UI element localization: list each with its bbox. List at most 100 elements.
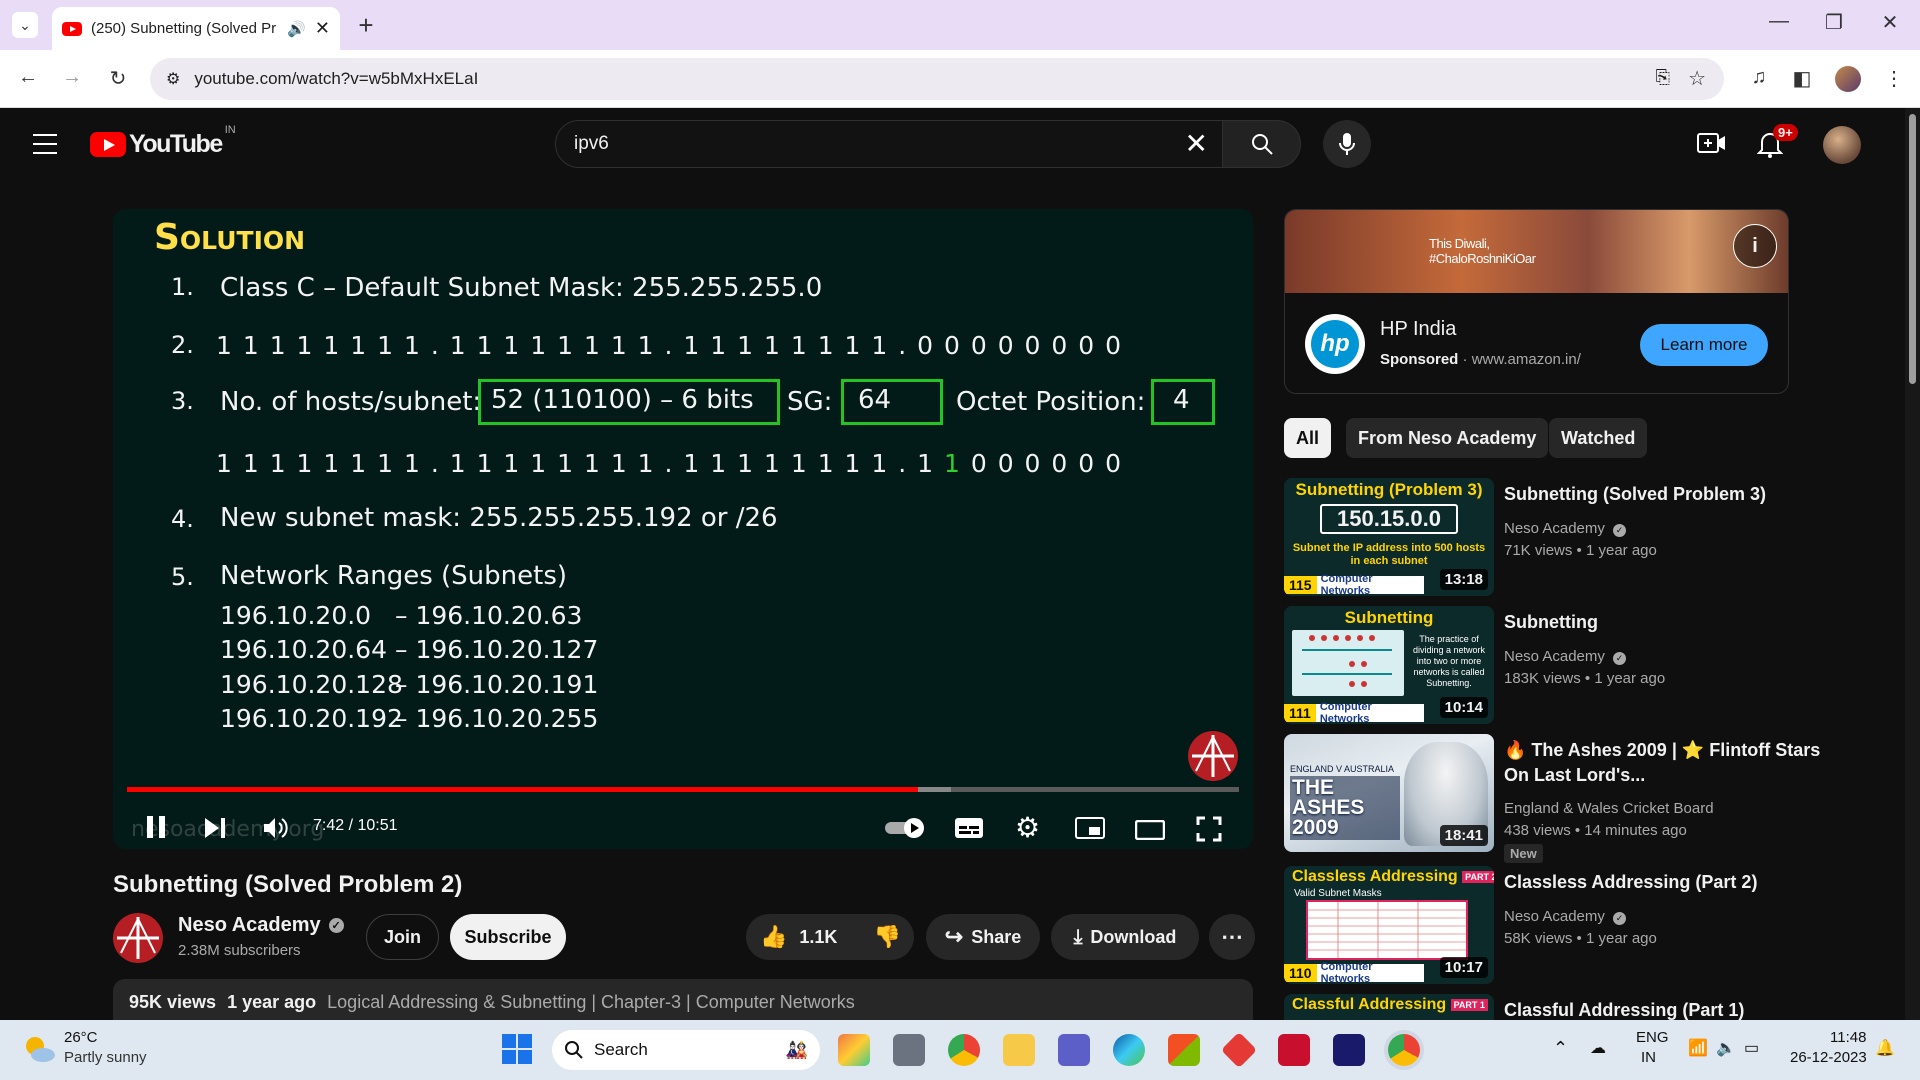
- tab-audio-icon[interactable]: 🔊: [287, 20, 306, 38]
- notification-center-icon[interactable]: 🔔: [1875, 1038, 1895, 1058]
- hamburger-menu-icon[interactable]: [33, 134, 57, 154]
- account-avatar[interactable]: [1823, 126, 1861, 164]
- chrome-icon[interactable]: [948, 1034, 980, 1066]
- share-button[interactable]: ↪ Share: [926, 914, 1040, 960]
- voice-search-button[interactable]: [1323, 120, 1371, 168]
- channel-line[interactable]: Neso Academy ✓: [1504, 520, 1627, 537]
- recommendation-item[interactable]: Subnetting (Problem 3) 150.15.0.0 Subnet…: [1284, 478, 1894, 596]
- channel-line[interactable]: Neso Academy ✓: [1504, 908, 1627, 925]
- language-region[interactable]: IN: [1641, 1049, 1656, 1066]
- side-panel-icon[interactable]: ◧: [1788, 66, 1816, 91]
- video-thumbnail[interactable]: Subnetting The practice of dividing a ne…: [1284, 606, 1494, 724]
- language-code[interactable]: ENG: [1636, 1029, 1669, 1046]
- clock-date[interactable]: 26-12-2023: [1790, 1049, 1867, 1066]
- more-actions-button[interactable]: ⋯: [1209, 914, 1255, 960]
- fullscreen-button[interactable]: [1196, 816, 1222, 842]
- video-thumbnail[interactable]: Subnetting (Problem 3) 150.15.0.0 Subnet…: [1284, 478, 1494, 596]
- bookmark-star-icon[interactable]: ☆: [1688, 66, 1706, 91]
- recommendation-item[interactable]: Subnetting The practice of dividing a ne…: [1284, 606, 1894, 724]
- tab-search-icon[interactable]: ⌄: [12, 12, 38, 38]
- chrome-active-icon[interactable]: [1388, 1034, 1420, 1066]
- video-thumbnail[interactable]: ENGLAND V AUSTRALIA THE ASHES 2009 18:41: [1284, 734, 1494, 852]
- video-title[interactable]: Classful Addressing (Part 1): [1504, 998, 1834, 1020]
- anydesk-icon[interactable]: [1220, 1031, 1258, 1069]
- mcafee-icon[interactable]: [1278, 1034, 1310, 1066]
- video-thumbnail[interactable]: Classless Addressing PART 2 Valid Subnet…: [1284, 866, 1494, 984]
- chip-from-neso-academy[interactable]: From Neso Academy: [1346, 418, 1549, 458]
- chip-all[interactable]: All: [1284, 418, 1332, 458]
- show-hidden-icons-icon[interactable]: ⌃: [1553, 1038, 1568, 1059]
- pause-button[interactable]: [145, 815, 167, 839]
- copilot-icon[interactable]: [838, 1034, 870, 1066]
- search-button[interactable]: [1223, 120, 1301, 168]
- progress-bar[interactable]: [127, 787, 1239, 792]
- taskbar-search[interactable]: Search 🎎: [552, 1030, 820, 1070]
- like-count[interactable]: 1.1K: [799, 927, 837, 948]
- back-icon[interactable]: ←: [14, 66, 42, 89]
- join-button[interactable]: Join: [366, 914, 439, 960]
- like-icon[interactable]: 👍: [760, 924, 787, 950]
- next-button[interactable]: [204, 817, 226, 839]
- video-player[interactable]: Solution 1. Class C – Default Subnet Mas…: [113, 209, 1253, 849]
- autoplay-toggle[interactable]: [884, 817, 928, 839]
- address-bar[interactable]: ⚙ youtube.com/watch?v=w5bMxHxELaI ⎘ ☆: [150, 58, 1724, 100]
- profile-avatar[interactable]: [1835, 66, 1861, 92]
- install-app-icon[interactable]: ⎘: [1656, 67, 1670, 88]
- download-button[interactable]: ⤓ Download: [1051, 914, 1199, 960]
- clear-search-icon[interactable]: ✕: [1185, 127, 1208, 160]
- subscribe-button[interactable]: Subscribe: [450, 914, 566, 960]
- edge-icon[interactable]: [1113, 1034, 1145, 1066]
- recommendation-item[interactable]: ENGLAND V AUSTRALIA THE ASHES 2009 18:41…: [1284, 734, 1894, 863]
- page-scrollbar[interactable]: [1905, 108, 1920, 1020]
- window-close-icon[interactable]: ✕: [1876, 10, 1904, 35]
- learn-more-button[interactable]: Learn more: [1640, 324, 1768, 366]
- chip-watched[interactable]: Watched: [1549, 418, 1648, 458]
- recommendation-item[interactable]: Classful Addressing PART 1 Classful Addr…: [1284, 994, 1894, 1020]
- channel-line[interactable]: Neso Academy ✓: [1504, 648, 1627, 665]
- weather-temp[interactable]: 26°C: [64, 1029, 98, 1046]
- media-control-icon[interactable]: ♫: [1745, 66, 1773, 89]
- sponsored-ad-card[interactable]: This Diwali, #ChaloRoshniKiOar i hp HP In…: [1284, 209, 1789, 394]
- battery-icon[interactable]: ▭: [1744, 1038, 1759, 1058]
- video-title[interactable]: 🔥 The Ashes 2009 | ⭐ Flintoff Stars On L…: [1504, 738, 1834, 788]
- site-info-icon[interactable]: ⚙: [166, 69, 180, 89]
- recommendation-item[interactable]: Classless Addressing PART 2 Valid Subnet…: [1284, 866, 1894, 984]
- description-box[interactable]: 95K views 1 year ago Logical Addressing …: [113, 979, 1253, 1020]
- file-explorer-icon[interactable]: [1003, 1034, 1035, 1066]
- video-title[interactable]: Subnetting: [1504, 610, 1834, 635]
- speaker-icon[interactable]: 🔈: [1716, 1038, 1736, 1058]
- forward-icon[interactable]: →: [58, 66, 86, 89]
- minimize-icon[interactable]: —: [1765, 10, 1793, 33]
- wifi-icon[interactable]: 📶: [1688, 1038, 1708, 1058]
- subtitles-button[interactable]: [954, 817, 984, 839]
- video-title[interactable]: Subnetting (Solved Problem 3): [1504, 482, 1834, 507]
- theater-mode-button[interactable]: [1134, 819, 1166, 841]
- miniplayer-button[interactable]: [1075, 817, 1105, 839]
- ad-info-icon[interactable]: i: [1733, 224, 1777, 268]
- onedrive-icon[interactable]: ☁: [1590, 1038, 1606, 1058]
- video-title[interactable]: Classless Addressing (Part 2): [1504, 870, 1834, 895]
- vscode-icon[interactable]: [1333, 1034, 1365, 1066]
- microsoft-store-icon[interactable]: [1168, 1034, 1200, 1066]
- restore-icon[interactable]: ❐: [1820, 10, 1848, 35]
- task-view-icon[interactable]: [893, 1034, 925, 1066]
- create-video-icon[interactable]: [1697, 130, 1727, 156]
- channel-avatar[interactable]: [113, 913, 163, 963]
- new-tab-icon[interactable]: +: [352, 10, 380, 41]
- youtube-logo[interactable]: YouTube IN: [90, 124, 236, 159]
- browser-tab-active[interactable]: (250) Subnetting (Solved Pr 🔊 ✕: [52, 7, 340, 50]
- scrollbar-thumb[interactable]: [1909, 114, 1916, 384]
- windows-start-icon[interactable]: [502, 1034, 532, 1064]
- search-input[interactable]: ipv6 ✕: [555, 120, 1223, 168]
- teams-icon[interactable]: [1058, 1034, 1090, 1066]
- channel-name[interactable]: Neso Academy ✓: [178, 914, 344, 937]
- reload-icon[interactable]: ↻: [104, 66, 132, 91]
- volume-button[interactable]: [263, 816, 289, 840]
- clock-time[interactable]: 11:48: [1830, 1029, 1866, 1046]
- settings-gear-icon[interactable]: ⚙: [1015, 811, 1040, 844]
- chrome-menu-icon[interactable]: ⋮: [1880, 66, 1908, 91]
- tab-close-icon[interactable]: ✕: [315, 18, 330, 39]
- video-thumbnail[interactable]: Classful Addressing PART 1: [1284, 994, 1494, 1020]
- weather-desc[interactable]: Partly sunny: [64, 1049, 147, 1066]
- dislike-icon[interactable]: 👎: [873, 924, 900, 950]
